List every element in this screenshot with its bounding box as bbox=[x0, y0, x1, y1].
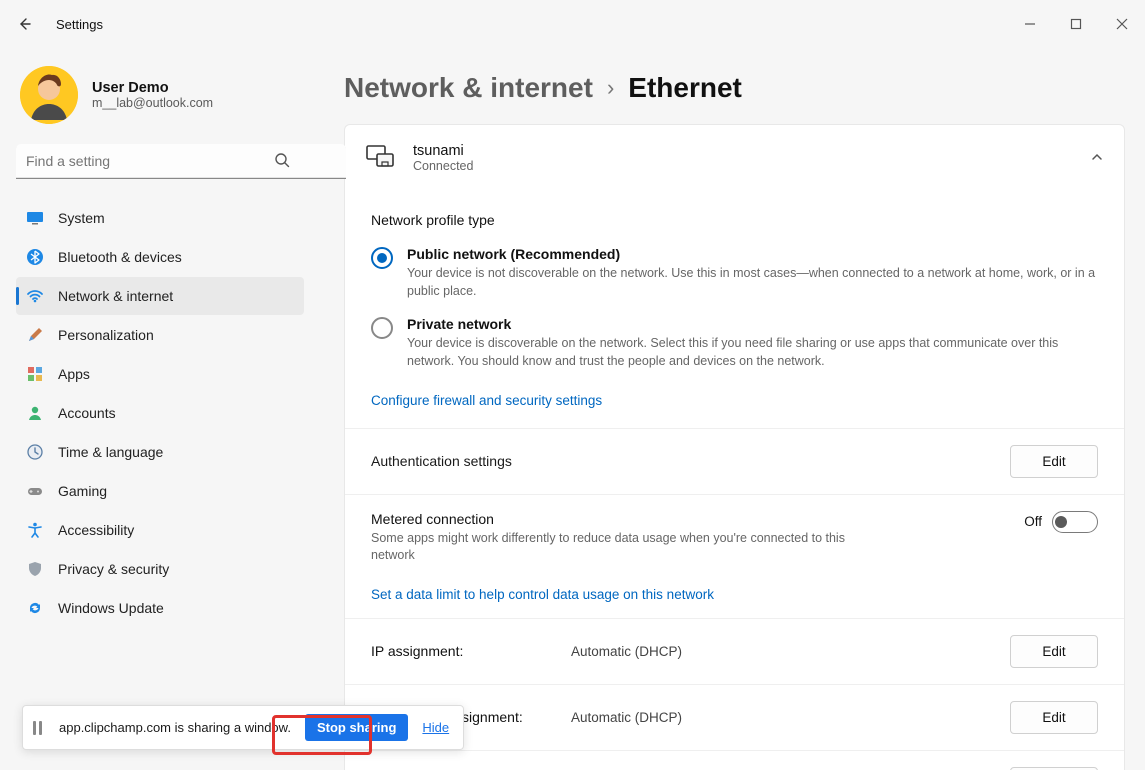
pause-icon bbox=[33, 721, 45, 735]
sidebar-item-label: Bluetooth & devices bbox=[58, 249, 182, 265]
gamepad-icon bbox=[26, 482, 44, 500]
sidebar-item-label: Accessibility bbox=[58, 522, 134, 538]
sidebar-item-accounts[interactable]: Accounts bbox=[16, 394, 304, 432]
search-input[interactable] bbox=[16, 144, 346, 179]
dns-value: Automatic (DHCP) bbox=[571, 710, 1010, 725]
person-icon bbox=[26, 404, 44, 422]
sidebar-item-label: Personalization bbox=[58, 327, 154, 343]
profile-email: m__lab@outlook.com bbox=[92, 96, 213, 110]
search-icon bbox=[274, 152, 290, 171]
chevron-right-icon: › bbox=[607, 75, 614, 101]
sidebar-item-update[interactable]: Windows Update bbox=[16, 589, 304, 627]
ip-label: IP assignment: bbox=[371, 643, 571, 659]
ethernet-icon bbox=[365, 144, 395, 173]
sidebar-item-label: Gaming bbox=[58, 483, 107, 499]
radio-icon bbox=[371, 247, 393, 269]
hide-share-button[interactable]: Hide bbox=[422, 720, 449, 735]
chevron-up-icon bbox=[1090, 150, 1104, 167]
metered-title: Metered connection bbox=[371, 511, 1024, 527]
radio-icon bbox=[371, 317, 393, 339]
breadcrumb-prev[interactable]: Network & internet bbox=[344, 72, 593, 104]
profile-type-heading: Network profile type bbox=[371, 212, 1098, 228]
sidebar-item-gaming[interactable]: Gaming bbox=[16, 472, 304, 510]
sidebar-item-system[interactable]: System bbox=[16, 199, 304, 237]
apps-icon bbox=[26, 365, 44, 383]
monitor-icon bbox=[26, 209, 44, 227]
metered-sub: Some apps might work differently to redu… bbox=[371, 530, 851, 565]
shield-icon bbox=[26, 560, 44, 578]
auth-row: Authentication settings Edit bbox=[345, 428, 1124, 494]
firewall-link[interactable]: Configure firewall and security settings bbox=[371, 393, 602, 408]
network-name: tsunami bbox=[413, 143, 1072, 159]
network-status: Connected bbox=[413, 159, 1072, 173]
update-icon bbox=[26, 599, 44, 617]
sidebar-item-label: System bbox=[58, 210, 105, 226]
radio-public-title: Public network (Recommended) bbox=[407, 246, 1098, 262]
network-header[interactable]: tsunami Connected bbox=[345, 125, 1124, 191]
sidebar-item-network[interactable]: Network & internet bbox=[16, 277, 304, 315]
close-button[interactable] bbox=[1099, 8, 1145, 40]
accessibility-icon bbox=[26, 521, 44, 539]
screen-share-bar: app.clipchamp.com is sharing a window. S… bbox=[22, 705, 464, 750]
sidebar-item-label: Accounts bbox=[58, 405, 116, 421]
auth-label: Authentication settings bbox=[371, 453, 1010, 469]
sidebar-item-label: Windows Update bbox=[58, 600, 164, 616]
radio-public[interactable]: Public network (Recommended) Your device… bbox=[371, 246, 1098, 300]
radio-private[interactable]: Private network Your device is discovera… bbox=[371, 316, 1098, 370]
metered-toggle[interactable] bbox=[1052, 511, 1098, 533]
sidebar-item-personalization[interactable]: Personalization bbox=[16, 316, 304, 354]
bluetooth-icon bbox=[26, 248, 44, 266]
ip-value: Automatic (DHCP) bbox=[571, 644, 1010, 659]
sidebar-item-privacy[interactable]: Privacy & security bbox=[16, 550, 304, 588]
sidebar-item-apps[interactable]: Apps bbox=[16, 355, 304, 393]
sidebar-item-label: Apps bbox=[58, 366, 90, 382]
data-limit-link[interactable]: Set a data limit to help control data us… bbox=[371, 587, 714, 602]
maximize-button[interactable] bbox=[1053, 8, 1099, 40]
brush-icon bbox=[26, 326, 44, 344]
metered-row: Metered connection Some apps might work … bbox=[345, 494, 1124, 581]
breadcrumb-current: Ethernet bbox=[628, 72, 742, 104]
ip-edit-button[interactable]: Edit bbox=[1010, 635, 1098, 668]
profile-name: User Demo bbox=[92, 80, 213, 96]
radio-private-title: Private network bbox=[407, 316, 1098, 332]
radio-public-sub: Your device is not discoverable on the n… bbox=[407, 264, 1098, 300]
wifi-icon bbox=[26, 287, 44, 305]
back-button[interactable] bbox=[14, 14, 34, 34]
auth-edit-button[interactable]: Edit bbox=[1010, 445, 1098, 478]
sidebar-item-time[interactable]: Time & language bbox=[16, 433, 304, 471]
app-title: Settings bbox=[56, 17, 103, 32]
dns-edit-button[interactable]: Edit bbox=[1010, 701, 1098, 734]
speed-row: speed (Receive/Transmit): 1000/1000 (Mbp… bbox=[345, 750, 1124, 770]
sidebar-item-label: Network & internet bbox=[58, 288, 173, 304]
sidebar-item-label: Privacy & security bbox=[58, 561, 169, 577]
clock-icon bbox=[26, 443, 44, 461]
ip-row: IP assignment: Automatic (DHCP) Edit bbox=[345, 618, 1124, 684]
profile-block[interactable]: User Demo m__lab@outlook.com bbox=[16, 62, 316, 140]
sidebar-item-bluetooth[interactable]: Bluetooth & devices bbox=[16, 238, 304, 276]
avatar bbox=[20, 66, 78, 124]
sidebar-item-accessibility[interactable]: Accessibility bbox=[16, 511, 304, 549]
metered-state: Off bbox=[1024, 514, 1042, 529]
breadcrumb: Network & internet › Ethernet bbox=[344, 72, 1125, 104]
sidebar-item-label: Time & language bbox=[58, 444, 163, 460]
share-text: app.clipchamp.com is sharing a window. bbox=[59, 720, 291, 735]
stop-sharing-button[interactable]: Stop sharing bbox=[305, 714, 408, 741]
speed-copy-button[interactable]: Copy bbox=[1010, 767, 1098, 770]
minimize-button[interactable] bbox=[1007, 8, 1053, 40]
radio-private-sub: Your device is discoverable on the netwo… bbox=[407, 334, 1098, 370]
